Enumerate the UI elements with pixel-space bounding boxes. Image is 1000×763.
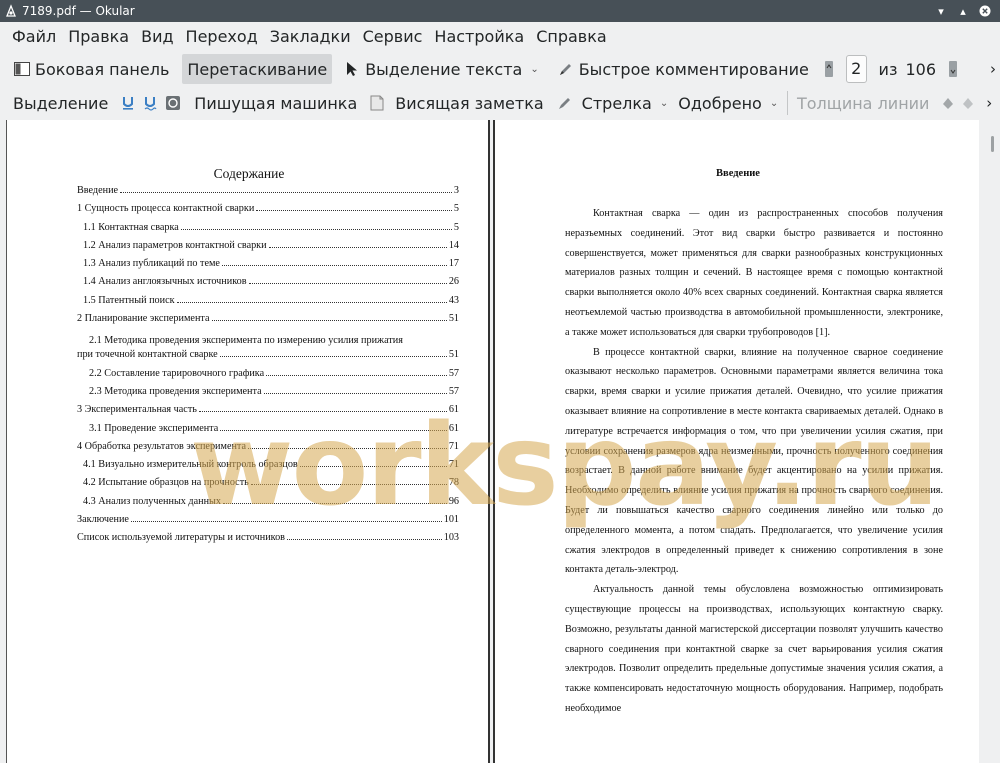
- toc-entry[interactable]: 2 Планирование эксперимента 51: [77, 310, 459, 328]
- main-toolbar: Боковая панель Перетаскивание Выделение …: [0, 52, 1000, 86]
- inline-note-tool-button[interactable]: Висящая заметка: [390, 88, 548, 118]
- selection-tool-label: Выделение: [13, 93, 109, 113]
- toc-entry[interactable]: Введение 3: [77, 182, 459, 200]
- line-width-dropdown[interactable]: Толщина линии: [792, 88, 935, 118]
- toc-entry[interactable]: 4.1 Визуально измерительный контроль обр…: [77, 456, 459, 474]
- stamp-icon[interactable]: [165, 94, 181, 112]
- stamp-approved-label: Одобрено: [678, 93, 762, 113]
- document-view[interactable]: Содержание Введение 3 1 Сущность процесса…: [0, 120, 1000, 763]
- menu-bookmarks[interactable]: Закладки: [264, 22, 357, 52]
- pen-icon: [557, 60, 575, 78]
- stamp-approved-button[interactable]: Одобрено ⌄: [673, 88, 783, 118]
- scrollbar-thumb[interactable]: [991, 136, 994, 152]
- menu-file[interactable]: Файл: [6, 22, 62, 52]
- toc-entry[interactable]: 3.1 Проведение эксперимента 61: [77, 420, 459, 438]
- toc-entry[interactable]: Заключение 101: [77, 511, 459, 529]
- menu-tools[interactable]: Сервис: [357, 22, 429, 52]
- toc-entry[interactable]: 1.5 Патентный поиск 43: [77, 292, 459, 310]
- squiggle-underline-icon[interactable]: [143, 94, 157, 112]
- line-width-label: Толщина линии: [796, 93, 930, 113]
- arrow-tool-button[interactable]: Стрелка ⌄: [577, 88, 674, 118]
- maximize-icon[interactable]: ▴: [954, 2, 972, 20]
- typewriter-tool-label: Пишущая машинка: [194, 93, 358, 113]
- cursor-arrow-icon: [343, 60, 361, 78]
- toc-entry[interactable]: 4.3 Анализ полученных данных 96: [77, 493, 459, 511]
- text-select-button[interactable]: Выделение текста ⌄: [338, 54, 544, 84]
- note-icon[interactable]: [370, 94, 384, 112]
- toc-entry[interactable]: 1.3 Анализ публикаций по теме 17: [77, 255, 459, 273]
- paragraph: Актуальность данной темы обусловлена воз…: [565, 584, 943, 714]
- intro-body: Контактная сварка — один из распростране…: [565, 204, 943, 719]
- sidebar-icon: [13, 60, 31, 78]
- quick-annotation-button[interactable]: Быстрое комментирование: [552, 54, 814, 84]
- menu-go[interactable]: Переход: [180, 22, 264, 52]
- toc-title: Содержание: [213, 166, 285, 181]
- selection-tool-button[interactable]: Выделение: [8, 88, 113, 118]
- toc-entry[interactable]: 2.2 Составление тарировочного графика 57: [77, 365, 459, 383]
- chevron-right-icon[interactable]: ›: [990, 60, 996, 78]
- paragraph: В процессе контактной сварки, влияние на…: [565, 346, 943, 576]
- window-title: 7189.pdf — Okular: [22, 4, 135, 18]
- chevron-down-icon[interactable]: ⌄: [770, 98, 778, 109]
- menu-view[interactable]: Вид: [135, 22, 179, 52]
- annotation-toolbar: Выделение Пишущая машинка Висящая заметк…: [0, 86, 1000, 120]
- close-icon[interactable]: [976, 2, 994, 20]
- toc-entry[interactable]: 1.1 Контактная сварка 5: [77, 219, 459, 237]
- pdf-page-toc: Содержание Введение 3 1 Сущность процесса…: [6, 120, 490, 763]
- chevron-down-icon[interactable]: ⌄: [660, 98, 668, 109]
- next-page-icon[interactable]: [948, 60, 958, 78]
- minimize-icon[interactable]: ▾: [932, 2, 950, 20]
- chevron-down-icon[interactable]: ⌄: [530, 64, 538, 75]
- vertical-scrollbar[interactable]: [984, 120, 1000, 763]
- color-fill-icon[interactable]: [940, 94, 956, 112]
- intro-heading: Введение: [716, 168, 760, 179]
- sidebar-button[interactable]: Боковая панель: [8, 54, 174, 84]
- chevron-right-icon[interactable]: ›: [982, 94, 996, 112]
- toc-entry[interactable]: 2.3 Методика проведения эксперимента 57: [77, 383, 459, 401]
- quick-annotation-label: Быстрое комментирование: [578, 59, 809, 79]
- table-of-contents: Введение 3 1 Сущность процесса контактной…: [77, 182, 459, 548]
- okular-app-icon: [4, 4, 18, 18]
- typewriter-tool-button[interactable]: Пишущая машинка: [189, 88, 362, 118]
- menu-help[interactable]: Справка: [530, 22, 613, 52]
- pdf-page-intro: Введение Контактная сварка — один из рас…: [493, 120, 979, 763]
- paragraph: Контактная сварка — один из распростране…: [565, 208, 943, 338]
- browse-tool-label: Перетаскивание: [187, 59, 328, 79]
- toc-entry[interactable]: 4 Обработка результатов эксперимента 71: [77, 438, 459, 456]
- menu-edit[interactable]: Правка: [62, 22, 135, 52]
- title-bar: 7189.pdf — Okular ▾ ▴: [0, 0, 1000, 22]
- menu-bar: Файл Правка Вид Переход Закладки Сервис …: [0, 22, 1000, 52]
- menu-settings[interactable]: Настройка: [428, 22, 530, 52]
- arrow-pen-icon[interactable]: [557, 94, 573, 112]
- toolbar-separator: [787, 91, 788, 115]
- page-of-label: из: [878, 59, 898, 79]
- sidebar-label: Боковая панель: [35, 59, 170, 79]
- toc-entry[interactable]: 2.1 Методика проведения эксперимента по …: [77, 332, 459, 346]
- previous-page-icon[interactable]: [824, 60, 834, 78]
- underline-icon[interactable]: [121, 94, 135, 112]
- toc-entry[interactable]: 1.2 Анализ параметров контактной сварки 1…: [77, 237, 459, 255]
- toc-entry[interactable]: 1.4 Анализ англоязычных источников 26: [77, 273, 459, 291]
- page-total-label: 106: [905, 59, 936, 79]
- arrow-tool-label: Стрелка: [581, 93, 652, 113]
- inline-note-tool-label: Висящая заметка: [395, 93, 544, 113]
- opacity-icon[interactable]: [960, 94, 976, 112]
- toc-entry[interactable]: 4.2 Испытание образцов на прочность 78: [77, 474, 459, 492]
- toc-entry[interactable]: 3 Экспериментальная часть 61: [77, 401, 459, 419]
- toc-entry[interactable]: 1 Сущность процесса контактной сварки 5: [77, 200, 459, 218]
- page-number-input[interactable]: 2: [845, 55, 867, 83]
- text-select-label: Выделение текста: [365, 59, 523, 79]
- browse-tool-button[interactable]: Перетаскивание: [182, 54, 333, 84]
- toc-entry[interactable]: Список используемой литературы и источни…: [77, 529, 459, 547]
